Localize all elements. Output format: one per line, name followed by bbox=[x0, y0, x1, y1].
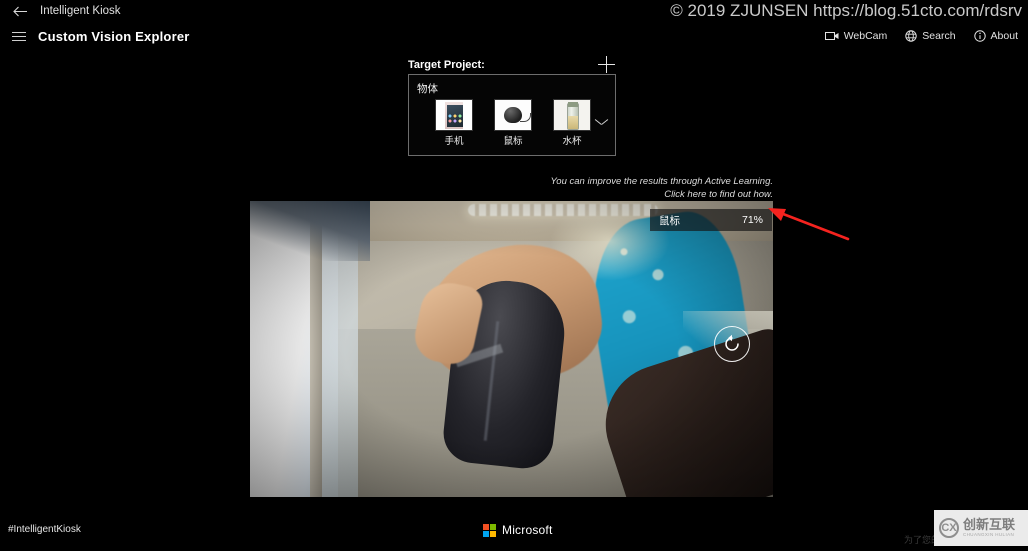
chuangxin-hulian-watermark: CX 创新互联 CHUANGXIN HULIAN bbox=[934, 510, 1028, 546]
project-tag-list: 手机 鼠标 水杯 bbox=[417, 99, 607, 147]
app-name-label: Intelligent Kiosk bbox=[40, 5, 121, 17]
water-bottle-thumbnail bbox=[553, 99, 591, 131]
globe-search-icon bbox=[905, 30, 917, 42]
tag-item-bottle[interactable]: 水杯 bbox=[553, 99, 591, 147]
smartphone-thumbnail bbox=[435, 99, 473, 131]
back-arrow-icon bbox=[12, 6, 27, 16]
command-bar-actions: WebCam Search About bbox=[824, 30, 1028, 42]
red-pointer-arrow bbox=[768, 208, 850, 241]
active-learning-hint[interactable]: You can improve the results through Acti… bbox=[543, 176, 774, 202]
hashtag-label: #IntelligentKiosk bbox=[8, 524, 81, 535]
info-circle-icon bbox=[973, 30, 986, 42]
microsoft-wordmark: Microsoft bbox=[502, 523, 553, 537]
add-project-button[interactable] bbox=[598, 56, 616, 74]
refresh-button[interactable] bbox=[714, 326, 750, 362]
search-button[interactable]: Search bbox=[905, 30, 956, 42]
page-title: Custom Vision Explorer bbox=[38, 28, 190, 44]
tag-label: 鼠标 bbox=[503, 136, 523, 147]
microsoft-squares-icon bbox=[483, 523, 496, 537]
watermark-brand-cn: 创新互联 bbox=[963, 517, 1016, 533]
target-project-header: Target Project: bbox=[408, 55, 616, 74]
webcam-icon bbox=[824, 32, 839, 40]
webcam-video-feed[interactable]: 鼠标 71% bbox=[250, 201, 773, 497]
tag-label: 水杯 bbox=[562, 136, 582, 147]
webcam-label: WebCam bbox=[843, 30, 888, 42]
video-vignette bbox=[250, 201, 773, 497]
chevron-down-icon[interactable] bbox=[595, 119, 608, 127]
footer: #IntelligentKiosk Microsoft bbox=[0, 515, 1028, 551]
prediction-label: 鼠标 bbox=[659, 214, 680, 227]
custom-vision-explorer-app: Intelligent Kiosk Custom Vision Explorer… bbox=[0, 0, 1028, 551]
webcam-button[interactable]: WebCam bbox=[824, 30, 888, 42]
back-button[interactable] bbox=[0, 0, 40, 22]
cx-logo-icon: CX bbox=[939, 518, 959, 538]
command-bar: Custom Vision Explorer WebCam Search Abo… bbox=[0, 22, 1028, 50]
project-name: 物体 bbox=[417, 83, 438, 95]
tag-item-mouse[interactable]: 鼠标 bbox=[494, 99, 532, 147]
hamburger-menu-icon[interactable] bbox=[0, 22, 38, 50]
about-button[interactable]: About bbox=[973, 30, 1018, 42]
tag-label: 手机 bbox=[444, 136, 464, 147]
search-label: Search bbox=[922, 30, 956, 42]
computer-mouse-thumbnail bbox=[494, 99, 532, 131]
target-project-label: Target Project: bbox=[408, 59, 485, 71]
hint-line-2: Click here to find out how. bbox=[664, 188, 773, 200]
prediction-probability: 71% bbox=[741, 214, 763, 226]
project-card[interactable]: 物体 手机 鼠标 水杯 bbox=[408, 74, 616, 156]
rotate-refresh-icon bbox=[725, 334, 739, 351]
tag-item-phone[interactable]: 手机 bbox=[435, 99, 473, 147]
hint-line-1: You can improve the results through Acti… bbox=[550, 176, 774, 187]
watermark-text-block: 创新互联 CHUANGXIN HULIAN bbox=[963, 518, 1015, 538]
target-project-section: Target Project: 物体 手机 鼠标 水杯 bbox=[408, 55, 616, 156]
about-label: About bbox=[990, 30, 1018, 42]
watermark-brand-en: CHUANGXIN HULIAN bbox=[963, 532, 1015, 538]
copyright-watermark: © 2019 ZJUNSEN https://blog.51cto.com/rd… bbox=[670, 1, 1022, 20]
prediction-badge: 鼠标 71% bbox=[650, 209, 772, 231]
microsoft-logo: Microsoft bbox=[483, 523, 552, 537]
